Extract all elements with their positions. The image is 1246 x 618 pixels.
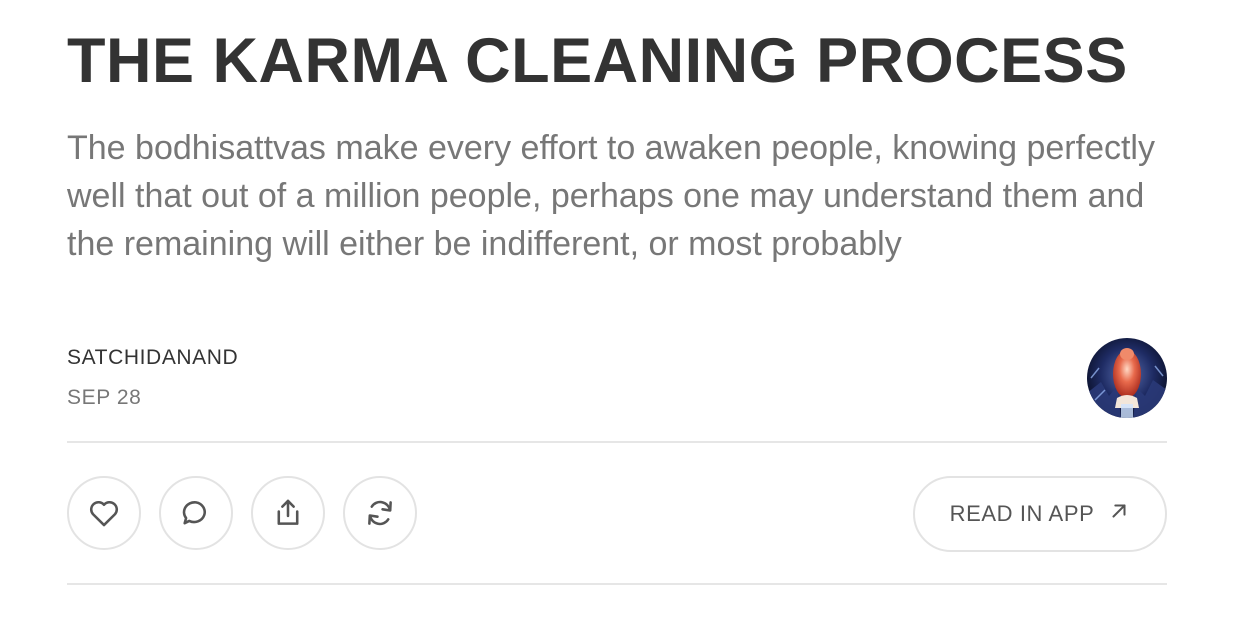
- divider-top: [67, 441, 1167, 443]
- heart-icon: [87, 496, 121, 530]
- post-title[interactable]: THE KARMA CLEANING PROCESS: [67, 28, 1128, 94]
- read-in-app-label: READ IN APP: [949, 501, 1095, 526]
- restack-button[interactable]: [343, 476, 417, 550]
- comment-icon: [179, 496, 213, 530]
- share-icon: [271, 496, 305, 530]
- read-in-app-button[interactable]: READ IN APP: [913, 476, 1167, 552]
- post-date: SEP 28: [67, 386, 142, 409]
- post-subtitle: The bodhisattvas make every effort to aw…: [67, 129, 1155, 263]
- share-button[interactable]: [251, 476, 325, 550]
- author-name[interactable]: SATCHIDANAND: [67, 346, 238, 370]
- comment-button[interactable]: [159, 476, 233, 550]
- restack-icon: [363, 496, 397, 530]
- avatar[interactable]: [1087, 338, 1167, 418]
- divider-bottom: [67, 583, 1167, 585]
- arrow-up-right-icon: [1108, 500, 1130, 528]
- like-button[interactable]: [67, 476, 141, 550]
